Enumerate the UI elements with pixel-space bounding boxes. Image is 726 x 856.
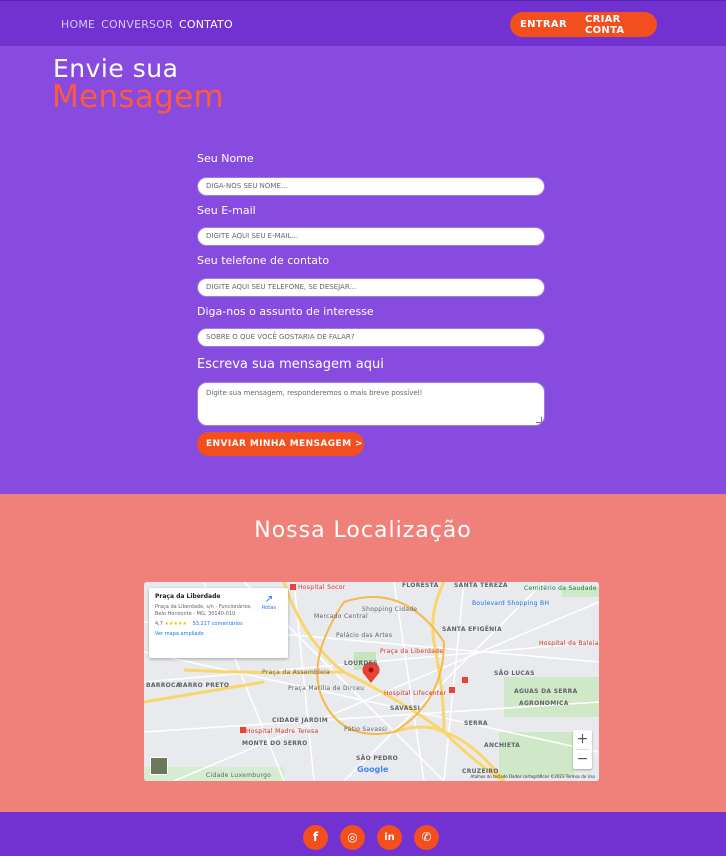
- map-label-santa-efigenia: SANTA EFIGÊNIA: [442, 626, 502, 633]
- map-label-barro-preto: BARRO PRETO: [178, 682, 230, 689]
- map-label-praca-assembleia: Praça da Assembleia: [262, 669, 331, 676]
- google-logo: Google: [357, 765, 389, 774]
- map-label-sao-lucas: SÃO LUCAS: [494, 670, 535, 677]
- login-button[interactable]: ENTRAR: [520, 19, 567, 30]
- whatsapp-icon[interactable]: ✆: [414, 825, 439, 850]
- map-label-cemiterio: Cemitério da Saudade: [524, 585, 597, 592]
- map-label-monte-do-serro: MONTE DO SERRO: [242, 740, 308, 747]
- map-label-barroca: BARROCA: [146, 682, 181, 689]
- subject-input[interactable]: SOBRE O QUE VOCÊ GOSTARIA DE FALAR?: [197, 328, 545, 347]
- zoom-controls: + −: [573, 730, 592, 769]
- subject-label: Diga-nos o assunto de interesse: [197, 305, 374, 318]
- map-label-hospital-baleia: Hospital da Baleia: [539, 640, 599, 647]
- message-placeholder: Digite sua mensagem, responderemos o mai…: [206, 389, 423, 397]
- message-label: Escreva sua mensagem aqui: [197, 357, 384, 372]
- map-label-hospital-socor: Hospital Socor: [298, 584, 346, 591]
- email-label: Seu E-mail: [197, 204, 256, 217]
- map-label-aguas-da-serra: AGUAS DA SERRA: [514, 688, 578, 695]
- map-label-praca-marilia: Praça Marília de Dirceu: [288, 685, 365, 692]
- map-label-cidade-jardim: CIDADE JARDIM: [272, 717, 329, 724]
- embedded-map[interactable]: Hospital Socor FLORESTA SANTA TEREZA Cem…: [144, 582, 599, 781]
- place-rating: 4,7 ★★★★★ 53.217 comentários: [155, 621, 282, 627]
- map-label-anchieta: ANCHIETA: [484, 742, 521, 749]
- map-label-patio-savassi: Pátio Savassi: [344, 726, 388, 733]
- place-address: Praça da Liberdade, s/n - Funcionários, …: [155, 604, 252, 617]
- map-label-sao-pedro: SÃO PEDRO: [356, 755, 399, 762]
- name-label: Seu Nome: [197, 152, 254, 165]
- nav-contato-link[interactable]: CONTATO: [179, 18, 233, 31]
- directions-button[interactable]: ↗ Rotas: [262, 594, 276, 611]
- map-label-lourdes: LOURDES: [344, 660, 378, 667]
- page-title-line2: Mensagem: [52, 79, 224, 115]
- rating-value: 4,7: [155, 621, 163, 627]
- map-label-boulevard: Boulevard Shopping BH: [472, 600, 550, 607]
- map-label-pin: Praça da Liberdade: [380, 648, 444, 655]
- rating-stars-icon: ★★★★★: [164, 621, 187, 627]
- auth-buttons: ENTRAR CRIAR CONTA: [510, 12, 657, 37]
- name-input[interactable]: DIGA-NOS SEU NOME...: [197, 177, 545, 196]
- map-info-card: Praça da Liberdade Praça da Liberdade, s…: [149, 588, 288, 658]
- message-textarea[interactable]: Digite sua mensagem, responderemos o mai…: [197, 382, 545, 426]
- reviews-link[interactable]: 53.217 comentários: [193, 621, 243, 627]
- instagram-icon[interactable]: ◎: [340, 825, 365, 850]
- map-label-hospital-lifecenter: Hospital Lifecenter: [384, 690, 447, 697]
- zoom-in-button[interactable]: +: [573, 730, 592, 749]
- send-message-button[interactable]: ENVIAR MINHA MENSAGEM >: [197, 432, 364, 456]
- email-input[interactable]: DIGITE AQUI SEU E-MAIL...: [197, 227, 545, 246]
- map-label-hospital-madre-teresa: Hospital Madre Teresa: [246, 728, 319, 735]
- satellite-toggle-icon[interactable]: [150, 757, 168, 775]
- map-label-agronomica: AGRONOMICA: [519, 700, 569, 707]
- top-navbar: HOME CONVERSOR CONTATO ENTRAR CRIAR CONT…: [0, 0, 726, 46]
- nav-home-link[interactable]: HOME: [61, 18, 95, 31]
- footer: f ◎ in ✆: [0, 812, 726, 856]
- phone-input[interactable]: DIGITE AQUI SEU TELEFONE, SE DESEJAR...: [197, 278, 545, 297]
- facebook-icon[interactable]: f: [303, 825, 328, 850]
- phone-label: Seu telefone de contato: [197, 254, 330, 267]
- directions-label: Rotas: [262, 605, 276, 611]
- location-title: Nossa Localização: [254, 518, 472, 543]
- map-attribution: Atalhos do teclado Dados cartográficos ©…: [470, 774, 595, 779]
- signup-button[interactable]: CRIAR CONTA: [585, 14, 657, 36]
- map-label-mercado-central: Mercado Central: [314, 613, 368, 620]
- map-label-cidade-luxemburgo: Cidade Luxemburgo: [206, 772, 272, 779]
- map-label-serra: SERRA: [464, 720, 488, 727]
- map-label-shopping-cidade: Shopping Cidade: [362, 606, 418, 613]
- nav-conversor-link[interactable]: CONVERSOR: [101, 18, 173, 31]
- bigger-map-link[interactable]: Ver mapa ampliado: [155, 631, 282, 637]
- map-label-palacio-artes: Palácio das Artes: [336, 632, 393, 639]
- directions-icon: ↗: [264, 594, 274, 605]
- resize-handle-icon[interactable]: [536, 417, 542, 423]
- location-section: Nossa Localização Hospital Socor FLOREST…: [0, 494, 726, 812]
- map-label-savassi: SAVASSI: [390, 705, 421, 712]
- linkedin-icon[interactable]: in: [377, 825, 402, 850]
- nav-links: HOME CONVERSOR CONTATO: [61, 18, 233, 31]
- map-label-santa-tereza: SANTA TEREZA: [454, 582, 508, 589]
- zoom-out-button[interactable]: −: [573, 750, 592, 769]
- map-label-floresta: FLORESTA: [402, 582, 439, 589]
